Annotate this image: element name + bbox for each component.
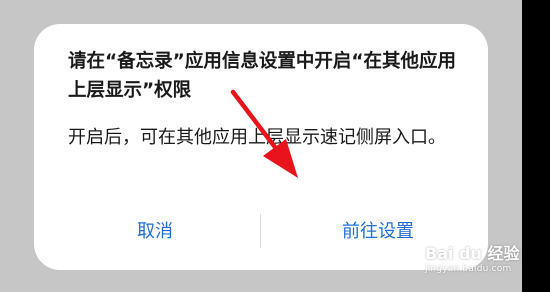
permission-dialog: 请在“备忘录”应用信息设置中开启“在其他应用上层显示”权限 开启后，可在其他应用…	[34, 24, 488, 270]
screen: 请在“备忘录”应用信息设置中开启“在其他应用上层显示”权限 开启后，可在其他应用…	[0, 0, 550, 292]
watermark-url: jingyan.baidu.com	[425, 264, 512, 274]
button-divider	[260, 214, 261, 248]
dialog-message: 开启后，可在其他应用上层显示速记侧屏入口。	[68, 127, 446, 148]
watermark-brand: Bai du 经验	[425, 244, 520, 263]
dialog-title: 请在“备忘录”应用信息设置中开启“在其他应用上层显示”权限	[68, 51, 456, 101]
baidu-jingyan-watermark: Bai du 经验 jingyan.baidu.com	[425, 240, 533, 286]
cancel-button[interactable]: 取消	[90, 214, 220, 250]
